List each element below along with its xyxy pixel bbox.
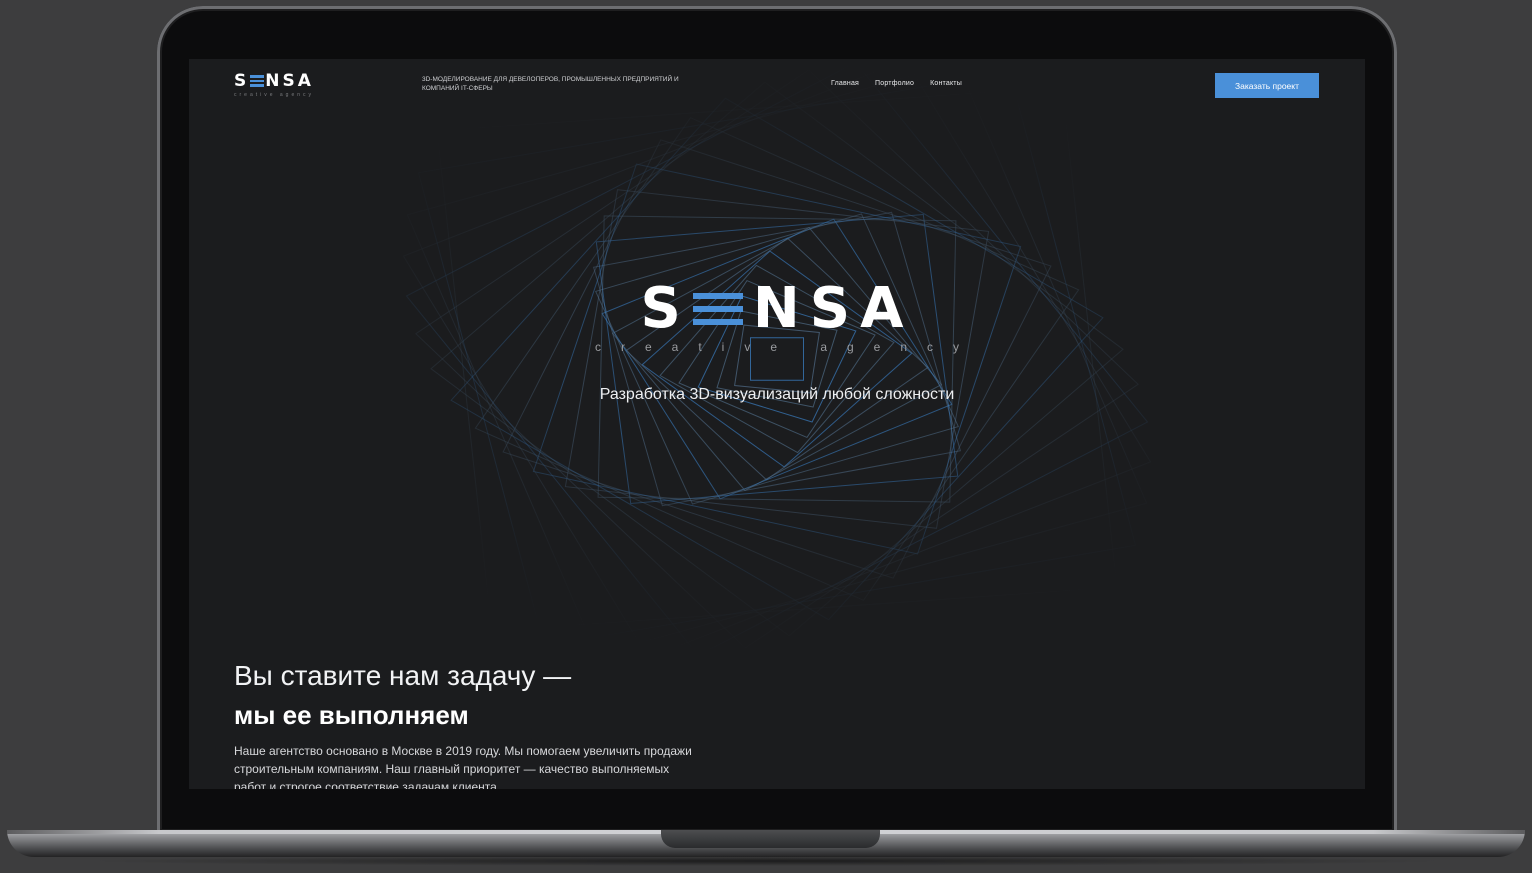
- main-nav: Главная Портфолио Контакты: [831, 80, 962, 87]
- hero-background-art: [189, 59, 1365, 649]
- spiral-square: [611, 226, 943, 492]
- spiral-square: [532, 163, 1022, 555]
- logo-text-right: NSA: [265, 71, 314, 91]
- nav-item-portfolio[interactable]: Портфолио: [875, 80, 914, 87]
- hero-subtitle: Разработка 3D-визуализаций любой сложнос…: [599, 386, 955, 403]
- spiral-square: [502, 139, 1052, 579]
- header-tagline: 3D-моделирование для девелоперов, промыш…: [422, 76, 679, 92]
- browser-screen: S NSA creative agency 3D-моделирование д…: [189, 59, 1365, 789]
- site-logo[interactable]: S NSA creative agency: [234, 71, 314, 98]
- spiral-square: [402, 59, 1152, 649]
- logo-tagline: creative agency: [234, 92, 315, 98]
- hero-logo-text-left: S: [640, 276, 691, 341]
- spiral-square: [405, 61, 1149, 649]
- spiral-lines: [402, 59, 1152, 649]
- hero-logo-text-right: NSA: [752, 276, 914, 341]
- nav-item-contacts[interactable]: Контакты: [930, 80, 962, 87]
- hero-logo: S NSA creative agency: [189, 276, 1365, 355]
- laptop-notch: [661, 830, 880, 848]
- logo-text-left: S: [234, 71, 250, 91]
- order-project-button[interactable]: Заказать проект: [1215, 73, 1319, 98]
- spiral-square: [564, 189, 990, 529]
- spiral-square: [474, 117, 1080, 601]
- spiral-square: [415, 69, 1139, 649]
- spiral-square: [417, 71, 1137, 647]
- spiral-square: [597, 215, 957, 503]
- spiral-square: [595, 213, 959, 505]
- about-title: Вы ставите нам задачу —: [234, 660, 572, 691]
- spiral-square: [430, 81, 1124, 637]
- hero-logo-e-bars-icon: [692, 293, 743, 325]
- spiral-square: [595, 213, 959, 505]
- spiral-square: [601, 218, 953, 500]
- spiral-square: [436, 86, 1118, 632]
- about-text: Наше агентство основано в Москве в 2019 …: [234, 744, 692, 789]
- hero-logo-tagline: creative agency: [594, 340, 980, 354]
- logo-e-bars-icon: [250, 75, 265, 87]
- spiral-square: [625, 237, 929, 481]
- laptop-shadow: [80, 856, 1452, 866]
- spiral-square: [592, 211, 962, 507]
- spiral-square: [406, 62, 1148, 649]
- about-title-bold: мы ее выполняем: [234, 700, 469, 730]
- nav-item-home[interactable]: Главная: [831, 80, 859, 87]
- spiral-square: [450, 97, 1104, 621]
